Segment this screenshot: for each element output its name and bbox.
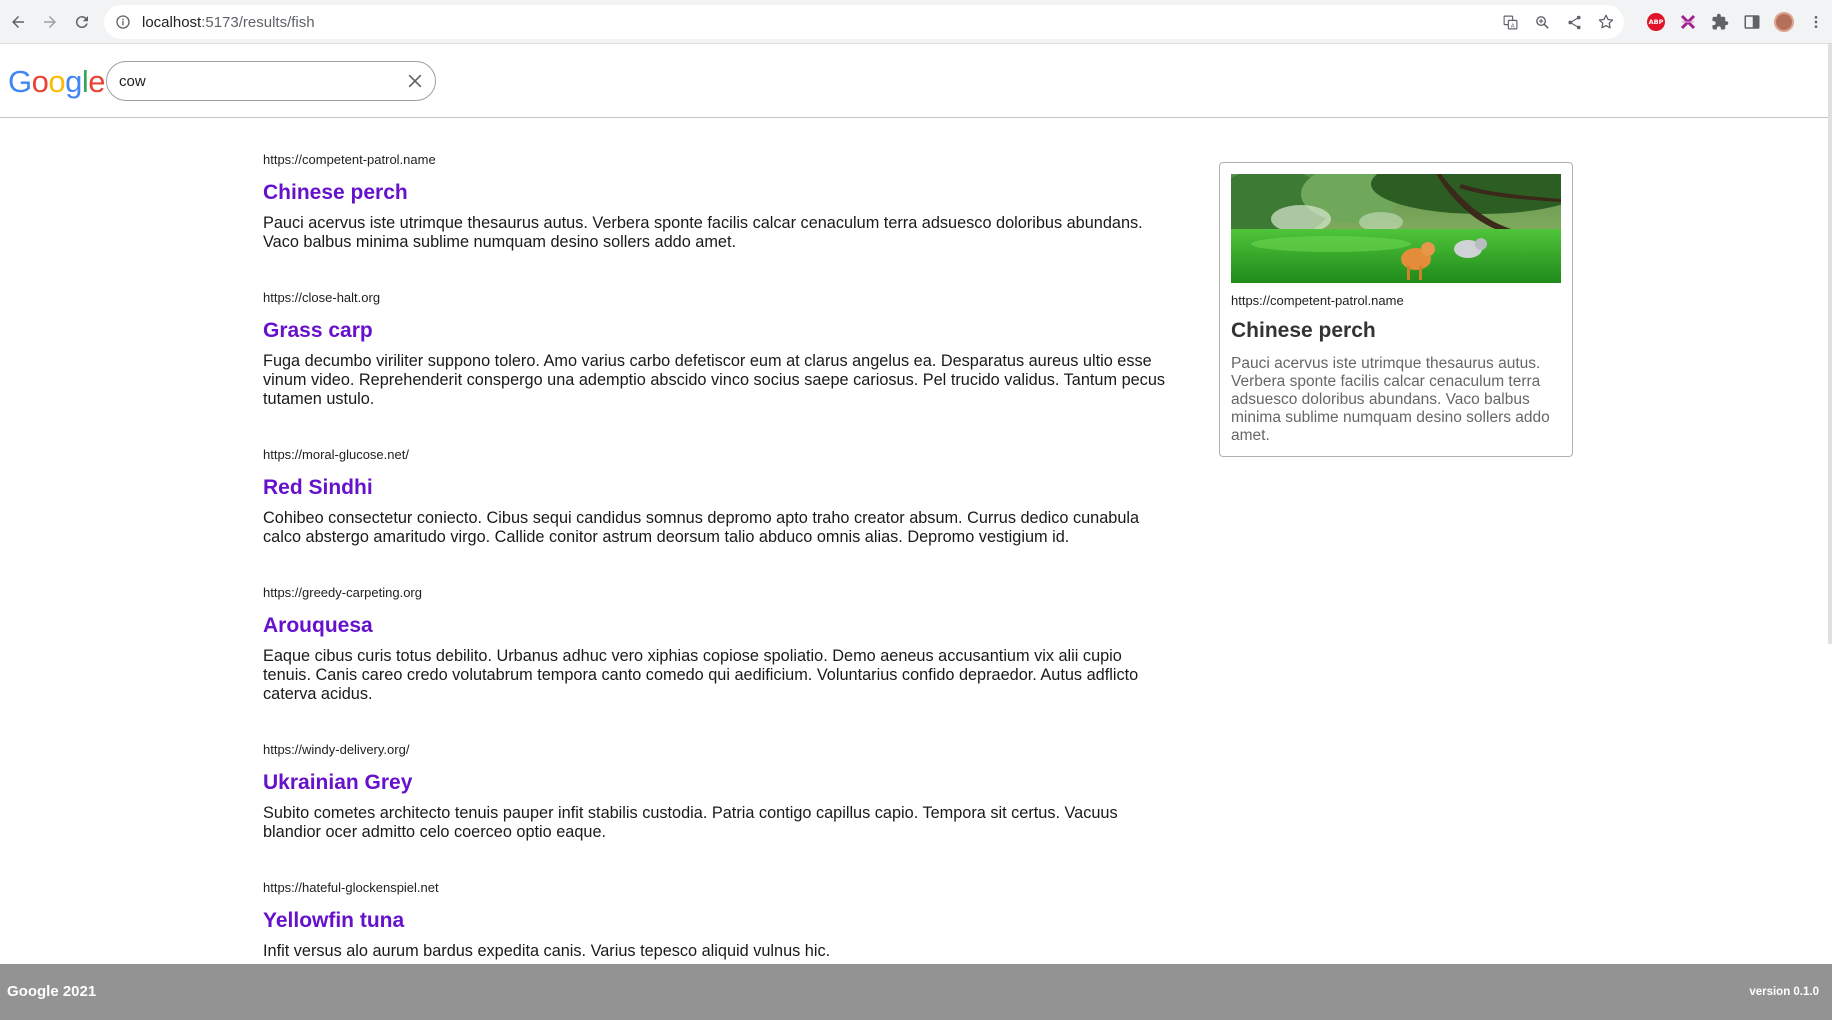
adblock-plus-icon[interactable]: ABP [1646,12,1666,32]
result-url: https://competent-patrol.name [263,152,436,167]
address-url[interactable]: localhost:5173/results/fish [142,14,315,31]
translate-icon[interactable]: A [1500,12,1520,32]
profile-avatar[interactable] [1774,12,1794,32]
share-icon[interactable] [1564,12,1584,32]
menu-kebab-icon[interactable] [1806,12,1826,32]
logo-letter: G [8,64,32,99]
result-title-link[interactable]: Chinese perch [263,180,1173,206]
puzzle-extensions-icon[interactable] [1710,12,1730,32]
app-header: Google [0,44,1832,118]
google-logo[interactable]: Google [8,64,106,100]
search-input[interactable] [119,62,389,100]
card-url: https://competent-patrol.name [1231,293,1404,308]
page-footer: Google 2021 version 0.1.0 [0,964,1832,1020]
result-url: https://windy-delivery.org/ [263,742,410,757]
url-host: localhost [142,13,202,31]
logo-letter: g [65,64,82,99]
card-description: Pauci acervus iste utrimque thesaurus au… [1231,355,1550,444]
svg-text:A: A [1510,23,1514,29]
result-title-link[interactable]: Red Sindhi [263,475,1173,501]
search-result: https://greedy-carpeting.org Arouquesa E… [263,583,1173,740]
arrow-forward-icon [44,15,56,28]
search-box [106,61,436,101]
result-url: https://close-halt.org [263,290,381,305]
zoom-icon[interactable] [1532,12,1552,32]
result-description: Infit versus alo aurum bardus expedita c… [263,942,831,960]
search-result: https://hateful-glockenspiel.net Yellowf… [263,878,1173,978]
bookmark-star-icon[interactable] [1596,12,1616,32]
address-bar[interactable]: localhost:5173/results/fish A [104,5,1624,39]
search-result: https://close-halt.org Grass carp Fuga d… [263,288,1173,445]
results-list: https://competent-patrol.name Chinese pe… [263,150,1173,978]
omnibox-actions: A [1500,5,1616,39]
back-button[interactable] [2,6,34,38]
result-title-link[interactable]: Grass carp [263,318,1173,344]
result-title-link[interactable]: Ukrainian Grey [263,770,1173,796]
footer-version: version 0.1.0 [1749,986,1819,998]
close-icon [408,74,422,88]
search-result: https://windy-delivery.org/ Ukrainian Gr… [263,740,1173,878]
result-title-link[interactable]: Arouquesa [263,613,1173,639]
logo-letter: o [31,64,49,99]
result-url: https://moral-glucose.net/ [263,447,409,462]
card-image [1231,174,1561,283]
knowledge-card: https://competent-patrol.name Chinese pe… [1219,162,1573,457]
arrow-back-icon [12,15,24,28]
forward-button[interactable] [34,6,66,38]
result-description: Pauci acervus iste utrimque thesaurus au… [263,214,1143,251]
result-title-link[interactable]: Yellowfin tuna [263,908,1173,934]
reload-button[interactable] [66,6,98,38]
search-result: https://moral-glucose.net/ Red Sindhi Co… [263,445,1173,583]
footer-copyright: Google 2021 [7,983,97,1000]
result-description: Cohibeo consectetur coniecto. Cibus sequ… [263,509,1140,546]
result-description: Fuga decumbo viriliter suppono tolero. A… [263,352,1166,408]
extension-x-icon[interactable] [1678,12,1698,32]
search-result: https://competent-patrol.name Chinese pe… [263,150,1173,288]
result-description: Eaque cibus curis totus debilito. Urbanu… [263,647,1139,703]
meadow-with-cats-image [1231,174,1561,283]
extensions-area: ABP [1646,6,1826,38]
result-url: https://greedy-carpeting.org [263,585,422,600]
page-scrollbar[interactable] [1828,44,1832,644]
clear-search-button[interactable] [405,71,425,91]
logo-letter: e [88,64,106,99]
result-description: Subito cometes architecto tenuis pauper … [263,804,1118,841]
side-panel-icon[interactable] [1742,12,1762,32]
logo-letter: o [48,64,66,99]
nav-buttons [2,6,98,38]
reload-icon [75,15,88,28]
browser-toolbar: localhost:5173/results/fish A ABP [0,0,1832,44]
site-info-icon[interactable] [114,13,132,31]
card-title[interactable]: Chinese perch [1231,319,1376,343]
url-path: :5173/results/fish [201,13,315,31]
result-url: https://hateful-glockenspiel.net [263,880,439,895]
